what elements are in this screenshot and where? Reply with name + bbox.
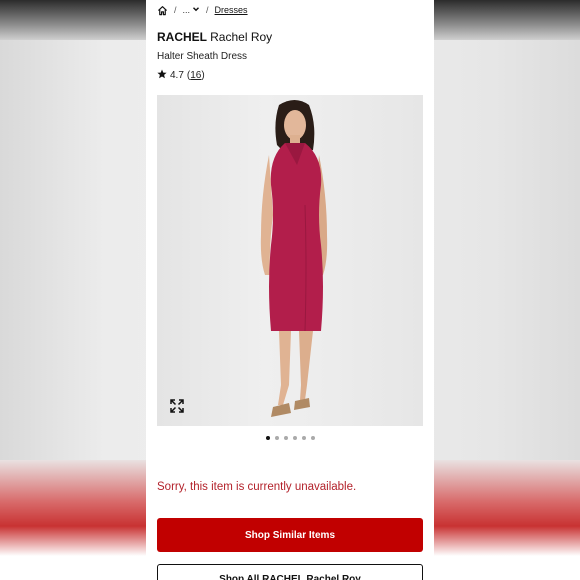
gallery-dots [146, 436, 434, 440]
gallery-dot[interactable] [310, 436, 315, 440]
breadcrumb: / ... / Dresses [157, 3, 248, 17]
gallery-dot[interactable] [301, 436, 306, 440]
rating[interactable]: 4.7 (16) [157, 69, 205, 82]
chevron-down-icon [192, 5, 200, 15]
gallery-dot[interactable] [292, 436, 297, 440]
breadcrumb-dresses-link[interactable]: Dresses [215, 5, 248, 15]
product-photo-illustration [260, 100, 328, 417]
product-image[interactable] [157, 95, 423, 426]
brand-name-bold: RACHEL [157, 30, 207, 44]
product-name: Halter Sheath Dress [157, 51, 248, 62]
gallery-dot[interactable] [283, 436, 288, 440]
star-icon [157, 69, 167, 82]
breadcrumb-more[interactable]: ... [183, 5, 201, 15]
breadcrumb-ellipsis: ... [182, 5, 191, 15]
breadcrumb-separator: / [206, 5, 209, 15]
product-page: / ... / Dresses RACHEL Rachel Roy Halter… [146, 0, 434, 580]
breadcrumb-separator: / [174, 5, 177, 15]
gallery-dot-active[interactable] [265, 436, 270, 440]
expand-icon[interactable] [169, 398, 185, 414]
shop-similar-button[interactable]: Shop Similar Items [157, 518, 423, 552]
unavailable-message: Sorry, this item is currently unavailabl… [157, 481, 357, 493]
shop-all-brand-button[interactable]: Shop All RACHEL Rachel Roy [157, 564, 423, 580]
rating-value: 4.7 [170, 70, 184, 81]
brand-title[interactable]: RACHEL Rachel Roy [157, 30, 272, 44]
brand-name-rest: Rachel Roy [210, 30, 273, 44]
gallery-dot[interactable] [274, 436, 279, 440]
home-icon[interactable] [157, 5, 168, 16]
rating-count-link[interactable]: 16 [190, 70, 201, 81]
